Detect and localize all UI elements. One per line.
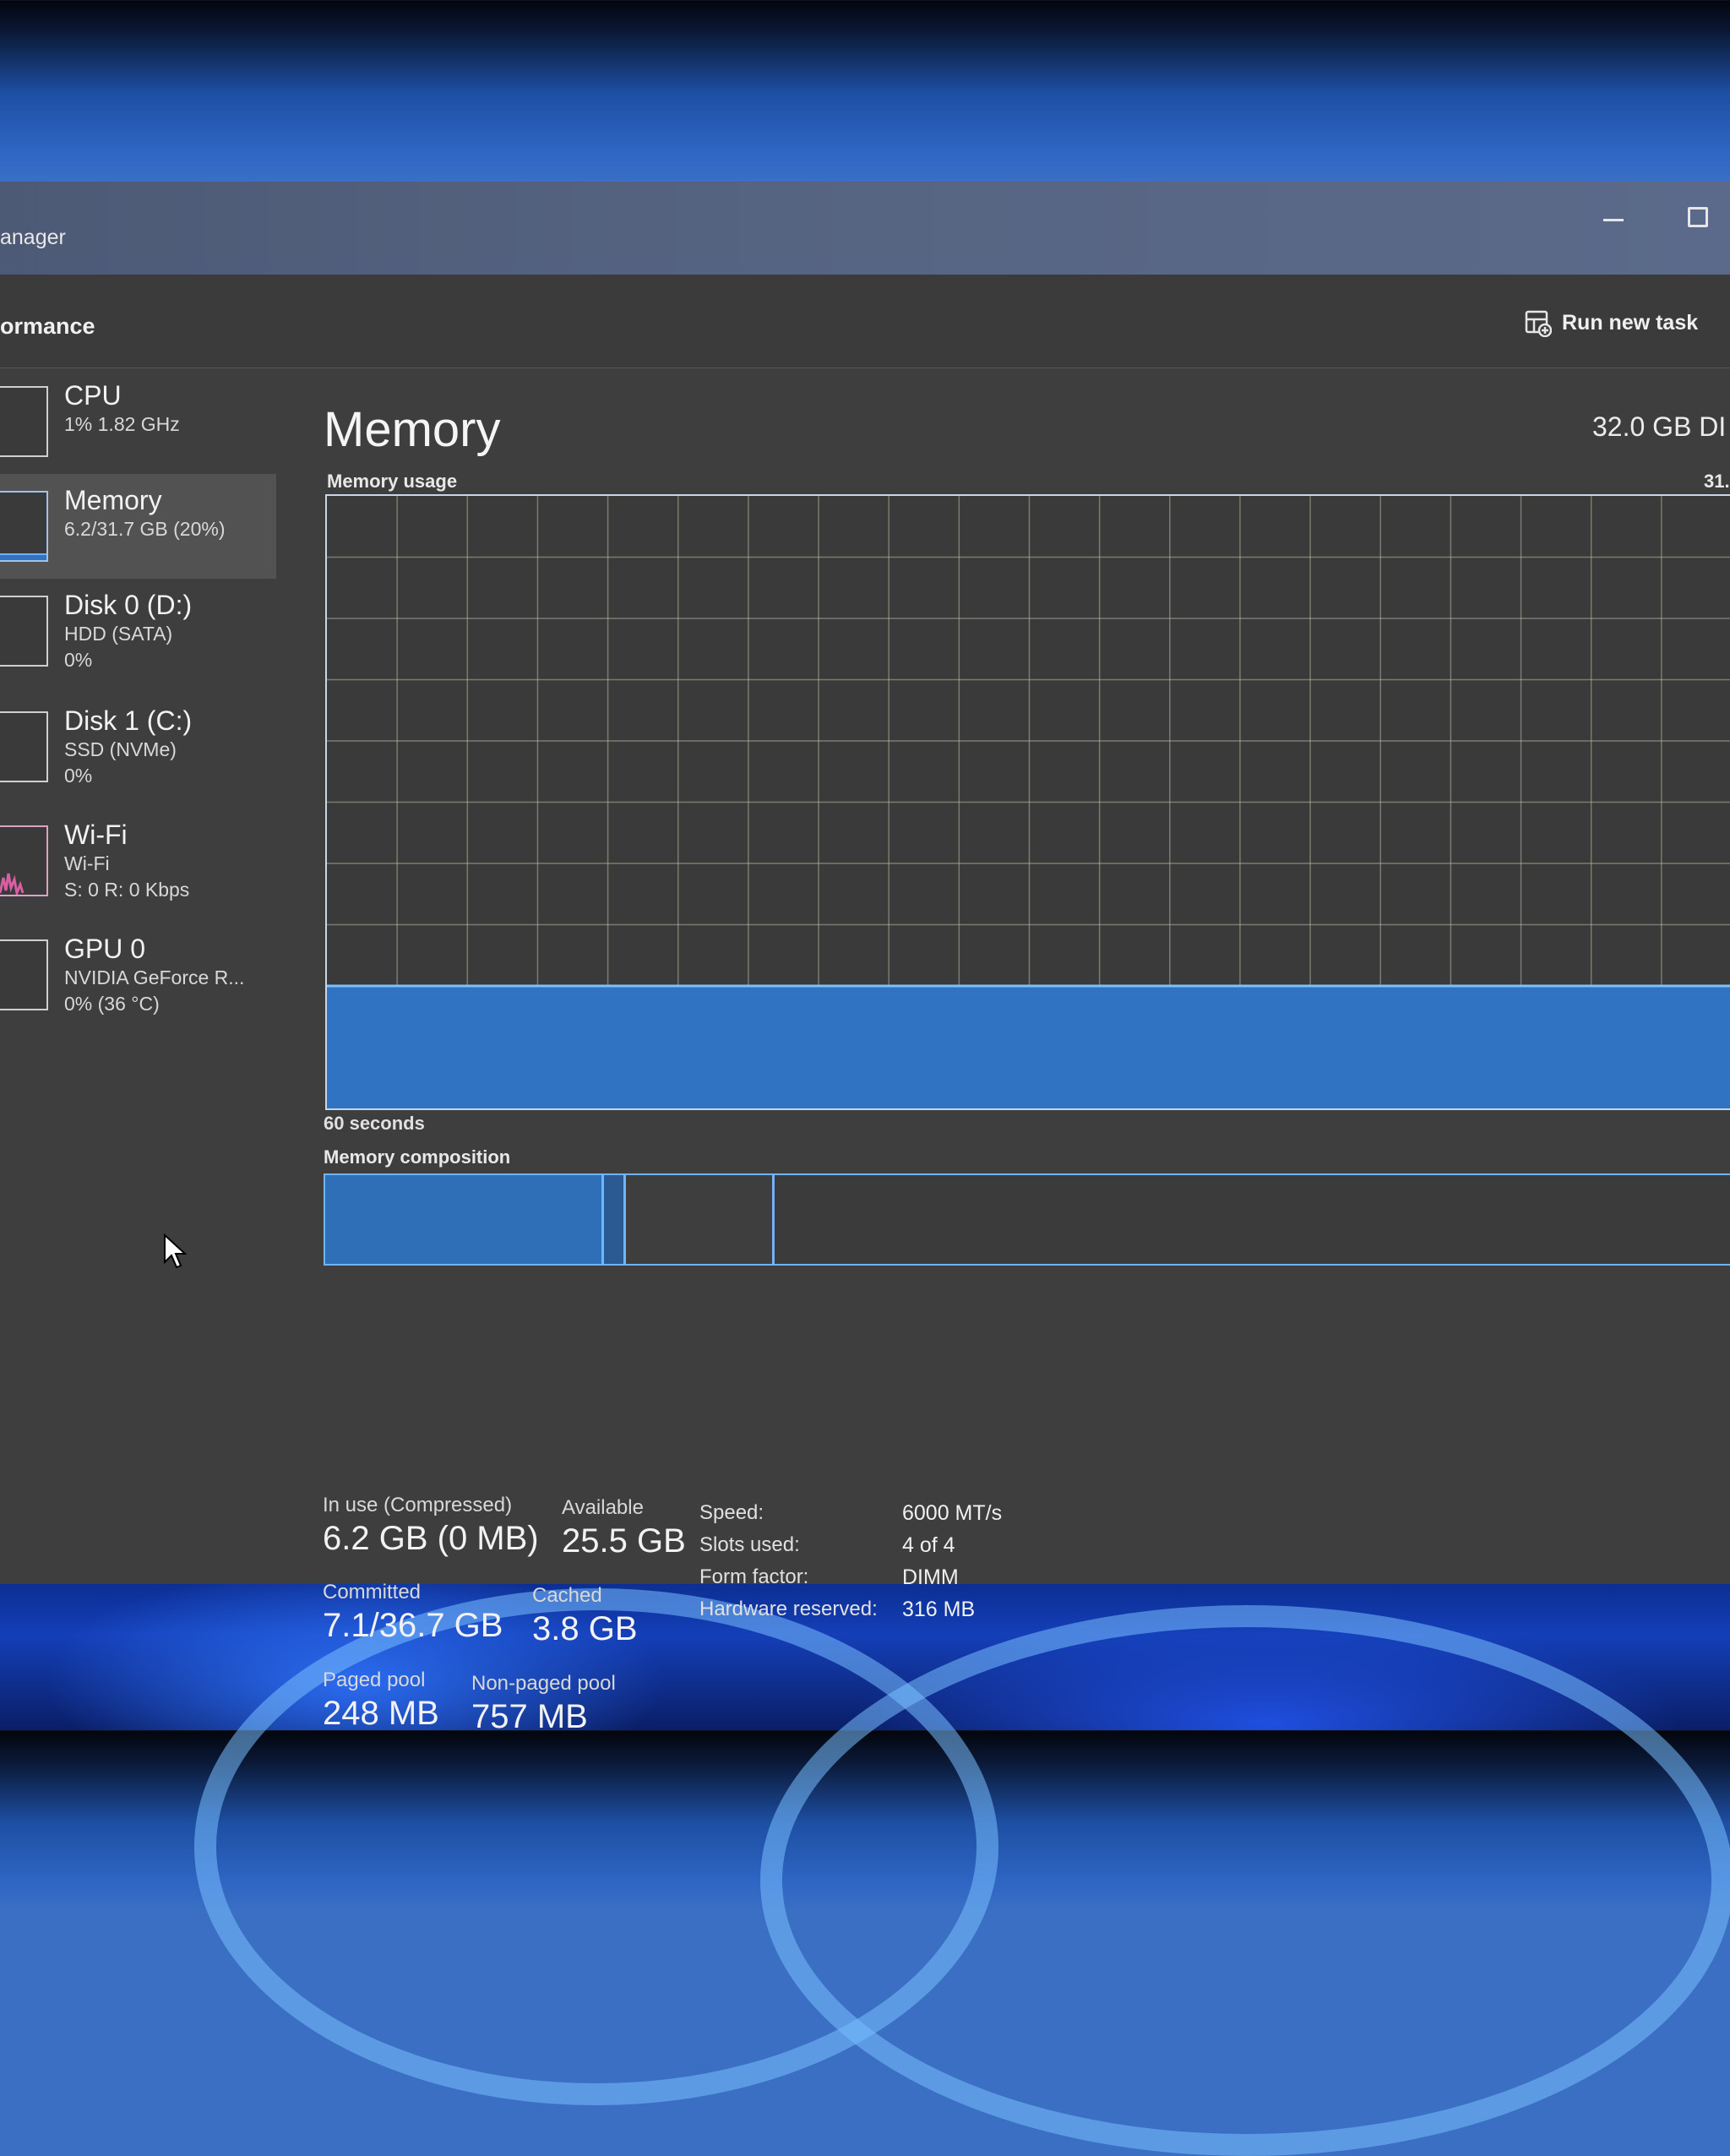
memory-composition-bar (324, 1173, 1730, 1266)
spec-row-slots: Slots used: 4 of 4 (699, 1533, 1002, 1565)
memory-type-label: 32.0 GB DI (1592, 411, 1727, 442)
stat-value: 248 MB (323, 1695, 439, 1732)
sidebar-item-value: 0% (36 °C) (64, 993, 160, 1015)
sidebar-item-label: Memory (64, 485, 162, 515)
spec-value: DIMM (902, 1565, 959, 1589)
spec-key: Hardware reserved: (699, 1598, 878, 1620)
available-stat: Available 25.5 GB (562, 1495, 686, 1561)
sidebar-item-detail: HDD (SATA) (64, 623, 173, 645)
sidebar-item-detail: 6.2/31.7 GB (20%) (64, 518, 226, 540)
gpu-thumbnail-graph (0, 939, 48, 1010)
sidebar-item-detail: 1% 1.82 GHz (64, 413, 180, 435)
memory-usage-area (327, 986, 1730, 1108)
title-bar: anager (0, 182, 1730, 275)
memory-usage-max: 31. (1704, 471, 1730, 492)
sidebar-item-label: Disk 0 (D:) (64, 590, 193, 620)
stat-label: Available (562, 1496, 644, 1519)
run-new-task-label: Run new task (1562, 310, 1699, 335)
spec-value: 316 MB (902, 1598, 976, 1621)
maximize-button[interactable] (1679, 197, 1713, 231)
committed-stat: Committed 7.1/36.7 GB (323, 1580, 503, 1646)
stat-value: 6.2 GB (0 MB) (323, 1520, 539, 1557)
cached-stat: Cached 3.8 GB (532, 1583, 638, 1649)
memory-specs: Speed: 6000 MT/s Slots used: 4 of 4 Form… (699, 1501, 1002, 1630)
composition-in-use (325, 1175, 604, 1264)
sidebar-item-cpu[interactable]: CPU 1% 1.82 GHz (0, 369, 276, 474)
spec-row-speed: Speed: 6000 MT/s (699, 1501, 1002, 1533)
sidebar-item-detail: SSD (NVMe) (64, 738, 177, 760)
in-use-stat: In use (Compressed) 6.2 GB (0 MB) (323, 1493, 539, 1559)
sidebar-item-label: Disk 1 (C:) (64, 705, 193, 736)
spec-value: 6000 MT/s (902, 1501, 1003, 1525)
stat-label: Non-paged pool (471, 1672, 616, 1695)
memory-thumbnail-graph (0, 491, 48, 562)
sidebar-item-detail: NVIDIA GeForce R... (64, 966, 245, 988)
sidebar-item-label: GPU 0 (64, 934, 146, 964)
mouse-cursor-icon (164, 1233, 188, 1269)
sidebar-item-value: 0% (64, 649, 93, 671)
sidebar-item-wifi[interactable]: Wi-Fi Wi-Fi S: 0 R: 0 Kbps (0, 808, 276, 913)
spec-key: Speed: (699, 1501, 764, 1524)
sidebar-item-disk-1[interactable]: Disk 1 (C:) SSD (NVMe) 0% (0, 694, 276, 799)
stat-value: 25.5 GB (562, 1522, 686, 1560)
sidebar-item-label: CPU (64, 380, 122, 411)
paged-pool-stat: Paged pool 248 MB (323, 1668, 439, 1734)
stat-label: Cached (532, 1584, 602, 1607)
run-new-task-button[interactable]: Run new task (1525, 304, 1698, 341)
memory-usage-label: Memory usage (327, 471, 458, 492)
sidebar-item-value: S: 0 R: 0 Kbps (64, 879, 190, 901)
stat-label: Committed (323, 1581, 422, 1603)
cpu-thumbnail-graph (0, 386, 48, 457)
window-title: anager (0, 226, 66, 249)
time-axis-label: 60 seconds (324, 1113, 425, 1134)
sidebar-item-memory[interactable]: Memory 6.2/31.7 GB (20%) (0, 474, 276, 579)
wifi-activity-spikes (0, 873, 24, 895)
stat-label: In use (Compressed) (323, 1494, 513, 1516)
page-title: ormance (0, 313, 95, 339)
stat-label: Paged pool (323, 1669, 426, 1691)
memory-usage-graph (325, 494, 1730, 1110)
command-bar: ormance Run new task (0, 275, 1730, 368)
sidebar-item-gpu-0[interactable]: GPU 0 NVIDIA GeForce R... 0% (36 °C) (0, 923, 276, 1027)
spec-row-hardware-reserved: Hardware reserved: 316 MB (699, 1598, 1002, 1630)
stat-value: 757 MB (471, 1698, 588, 1735)
wallpaper-swirl (760, 1605, 1730, 2156)
stat-value: 3.8 GB (532, 1610, 638, 1647)
disk-0-thumbnail-graph (0, 596, 48, 667)
task-manager-window: anager ormance Run new task CPU 1% 1.82 … (0, 182, 1730, 1735)
spec-key: Slots used: (699, 1533, 800, 1556)
memory-thumbnail-fill (0, 553, 46, 560)
spec-value: 4 of 4 (902, 1533, 955, 1557)
memory-composition-label: Memory composition (324, 1146, 511, 1168)
sidebar-item-detail: Wi-Fi (64, 852, 110, 874)
run-task-icon (1525, 310, 1553, 338)
sidebar-item-value: 0% (64, 765, 93, 787)
wifi-thumbnail-graph (0, 825, 48, 896)
composition-standby (626, 1175, 775, 1264)
minimize-button[interactable] (1597, 197, 1630, 231)
panel-title: Memory (324, 402, 501, 457)
composition-free (775, 1175, 1730, 1264)
stat-value: 7.1/36.7 GB (323, 1607, 503, 1644)
memory-usage-plot (327, 496, 1730, 1108)
performance-sidebar: CPU 1% 1.82 GHz Memory 6.2/31.7 GB (20%)… (0, 369, 276, 1584)
composition-modified (604, 1175, 626, 1264)
memory-detail-panel: Memory 32.0 GB DI Memory usage 31. 60 se… (321, 369, 1730, 1735)
disk-1-thumbnail-graph (0, 711, 48, 782)
sidebar-item-disk-0[interactable]: Disk 0 (D:) HDD (SATA) 0% (0, 579, 276, 683)
spec-key: Form factor: (699, 1565, 809, 1588)
non-paged-pool-stat: Non-paged pool 757 MB (471, 1671, 616, 1737)
sidebar-item-label: Wi-Fi (64, 819, 128, 850)
spec-row-form-factor: Form factor: DIMM (699, 1565, 1002, 1598)
